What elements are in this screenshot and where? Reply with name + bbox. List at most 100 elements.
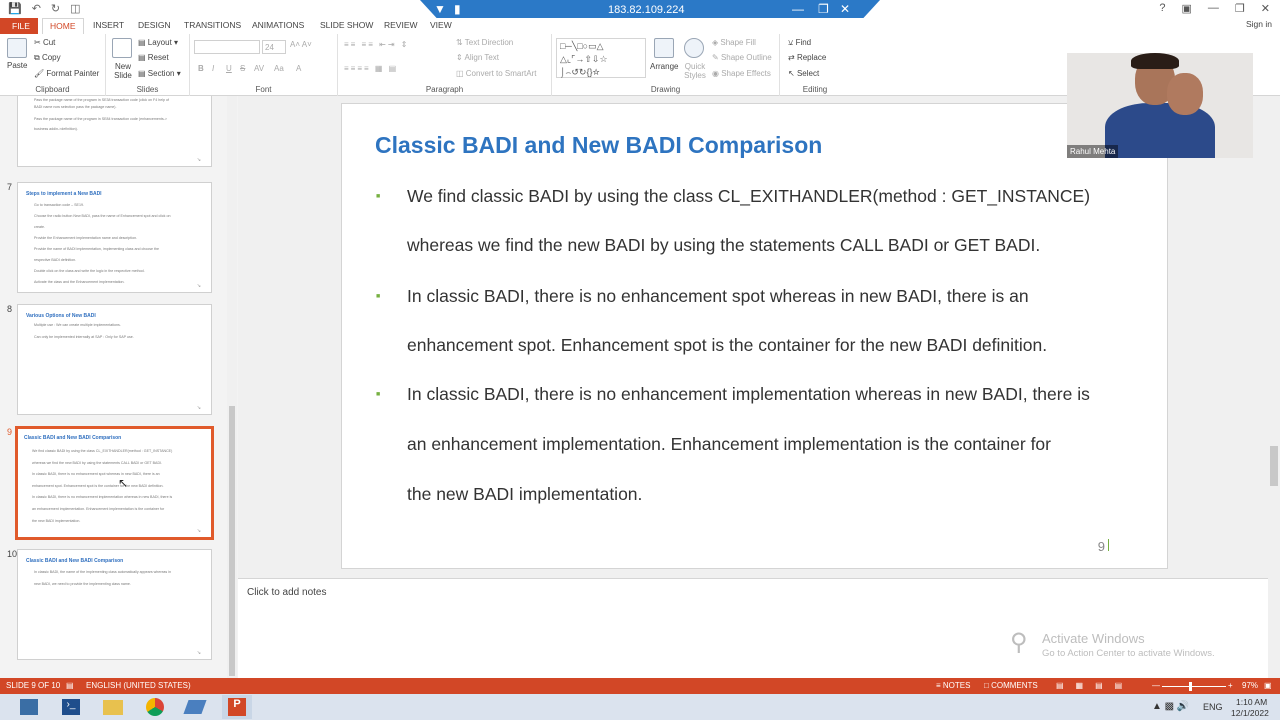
change-case-button[interactable]: Aa (274, 64, 284, 73)
font-color-icon[interactable]: A (296, 64, 301, 73)
save-icon[interactable]: 💾 (8, 2, 22, 15)
font-size-box[interactable]: 24 (262, 40, 286, 54)
remote-minimize-button[interactable]: — (792, 2, 804, 16)
clock-time[interactable]: 1:10 AM (1236, 697, 1267, 707)
file-explorer-icon[interactable] (98, 695, 128, 719)
notes-placeholder[interactable]: Click to add notes (247, 587, 327, 598)
underline-button[interactable]: U (226, 64, 232, 73)
strike-button[interactable]: S (240, 64, 245, 73)
tab-review[interactable]: REVIEW (384, 20, 418, 30)
thumb-line: enhancement spot. Enhancement spot is th… (32, 484, 164, 488)
shape-outline-button[interactable]: ✎ Shape Outline (712, 53, 772, 62)
undo-icon[interactable]: ↶ (32, 2, 41, 15)
format-painter-button[interactable]: 🖌 Format Painter (34, 69, 99, 78)
thumbnail-scrollbar[interactable] (227, 96, 237, 678)
new-slide-button[interactable]: New Slide (111, 62, 135, 80)
slide-thumbnail-7[interactable]: Steps to implement a New BADI Go to tran… (17, 182, 212, 293)
slide-thumbnail-9-selected[interactable]: Classic BADI and New BADI Comparison We … (15, 426, 214, 540)
align-text-button[interactable]: ⇕ Align Text (456, 53, 499, 62)
find-button[interactable]: ⚺ Find (788, 38, 811, 48)
presenter-name: Rahul Mehta (1067, 145, 1119, 158)
zoom-level[interactable]: 97% (1242, 681, 1258, 690)
zoom-out-button[interactable]: — (1152, 681, 1160, 690)
text-direction-button[interactable]: ⇅ Text Direction (456, 38, 513, 47)
italic-button[interactable]: I (212, 64, 214, 73)
pin-icon[interactable]: ▼ (434, 2, 446, 16)
shapes-gallery[interactable]: □─╲□○▭△ △⌞⌜→⇧⇩☆ ⌡⌢↺↻{}☆ (556, 38, 646, 78)
select-button[interactable]: ↖ Select (788, 69, 819, 78)
zoom-slider[interactable] (1162, 686, 1226, 687)
grow-font-icon[interactable]: A˄ A˅ (290, 40, 312, 49)
tab-slide-show[interactable]: SLIDE SHOW (320, 20, 373, 30)
tab-design[interactable]: DESIGN (138, 20, 171, 30)
new-slide-icon[interactable] (112, 38, 132, 58)
align-icons[interactable]: ≡≡≡≡ ▦ ▤ (344, 64, 398, 73)
replace-button[interactable]: ⇄ Replace (788, 53, 826, 62)
language-indicator[interactable]: ENGLISH (UNITED STATES) (86, 681, 191, 690)
paste-icon[interactable] (7, 38, 27, 58)
notes-toggle[interactable]: ≡ NOTES (936, 681, 970, 690)
powershell-icon[interactable]: ›_ (56, 695, 86, 719)
shape-fill-button[interactable]: ◈ Shape Fill (712, 38, 756, 47)
ribbon-display-icon[interactable]: ▣ (1182, 2, 1192, 15)
bold-button[interactable]: B (198, 64, 204, 73)
copy-button[interactable]: ⧉ Copy (34, 53, 61, 63)
slide-title[interactable]: Classic BADI and New BADI Comparison (375, 132, 822, 159)
arrange-icon[interactable] (654, 38, 674, 58)
close-button[interactable]: ✕ (1261, 2, 1270, 15)
thumbnail-scroll-thumb[interactable] (229, 406, 235, 676)
tab-transitions[interactable]: TRANSITIONS (184, 20, 241, 30)
slides-group: New Slide ▤ Layout ▾ ▤ Reset ▤ Section ▾… (106, 34, 190, 96)
tab-home[interactable]: HOME (42, 18, 84, 34)
quick-styles-button[interactable]: Quick Styles (682, 62, 708, 80)
slide[interactable]: Classic BADI and New BADI Comparison ■ W… (341, 103, 1168, 569)
redo-icon[interactable]: ↻ (51, 2, 60, 15)
input-language[interactable]: ENG (1203, 702, 1223, 712)
clock-date[interactable]: 12/1/2022 (1231, 708, 1269, 718)
paste-button[interactable]: Paste (7, 61, 27, 70)
spelling-icon[interactable]: ▤ (66, 681, 74, 690)
arrange-button[interactable]: Arrange (650, 62, 678, 71)
remote-close-button[interactable]: ✕ (840, 2, 850, 16)
tab-file[interactable]: FILE (0, 18, 38, 34)
tray-icons[interactable]: ▲ ▩ 🔊 (1152, 701, 1189, 712)
layout-button[interactable]: ▤ Layout ▾ (138, 38, 178, 47)
minimize-button[interactable]: — (1208, 2, 1219, 15)
sign-in-link[interactable]: Sign in (1246, 19, 1272, 29)
fit-slide-icon[interactable]: ▣ (1264, 681, 1272, 690)
comments-toggle[interactable]: □ COMMENTS (984, 681, 1038, 690)
server-manager-icon[interactable] (14, 695, 44, 719)
restore-button[interactable]: ❐ (1235, 2, 1245, 15)
char-spacing-button[interactable]: AV (254, 64, 264, 73)
font-name-box[interactable] (194, 40, 260, 54)
tab-view[interactable]: VIEW (430, 20, 452, 30)
slide-scroll-thumb[interactable] (1270, 446, 1278, 486)
slide-thumbnail-8[interactable]: Various Options of New BADI Multiple use… (17, 304, 212, 415)
tab-insert[interactable]: INSERT (93, 20, 124, 30)
tab-animations[interactable]: ANIMATIONS (252, 20, 304, 30)
slide-thumbnail-6[interactable]: Pass the package name of the program in … (17, 96, 212, 167)
chrome-icon[interactable] (140, 695, 170, 719)
help-icon[interactable]: ? (1159, 2, 1165, 15)
view-buttons-icon[interactable]: ▤▦▤▤ (1056, 681, 1134, 690)
remote-restore-button[interactable]: ❐ (818, 2, 829, 16)
start-from-beginning-icon[interactable]: ◫ (70, 2, 80, 15)
app-icon[interactable] (180, 695, 210, 719)
zoom-in-button[interactable]: + (1228, 681, 1233, 690)
powerpoint-icon[interactable]: P (222, 695, 252, 719)
section-button[interactable]: ▤ Section ▾ (138, 69, 181, 78)
zoom-slider-thumb[interactable] (1189, 682, 1192, 691)
effects-icon: ◉ (712, 69, 722, 78)
quick-styles-icon[interactable] (684, 38, 704, 58)
smartart-button[interactable]: ◫ Convert to SmartArt (456, 69, 536, 78)
slide-thumbnail-10[interactable]: Classic BADI and New BADI Comparison In … (17, 549, 212, 660)
shape-effects-button[interactable]: ◉ Shape Effects (712, 69, 771, 78)
notes-pane[interactable]: Click to add notes (238, 578, 1268, 678)
cut-label: Cut (42, 38, 56, 47)
slide-indicator[interactable]: SLIDE 9 OF 10 (6, 681, 60, 690)
slide-scrollbar[interactable] (1268, 96, 1280, 678)
thumb-corner-icon: ↘ (196, 157, 201, 163)
list-icons[interactable]: ≡≡ ≡≡ ⇤⇥ ⇕ (344, 40, 409, 49)
cut-button[interactable]: ✂ Cut (34, 38, 55, 47)
reset-button[interactable]: ▤ Reset (138, 53, 169, 62)
